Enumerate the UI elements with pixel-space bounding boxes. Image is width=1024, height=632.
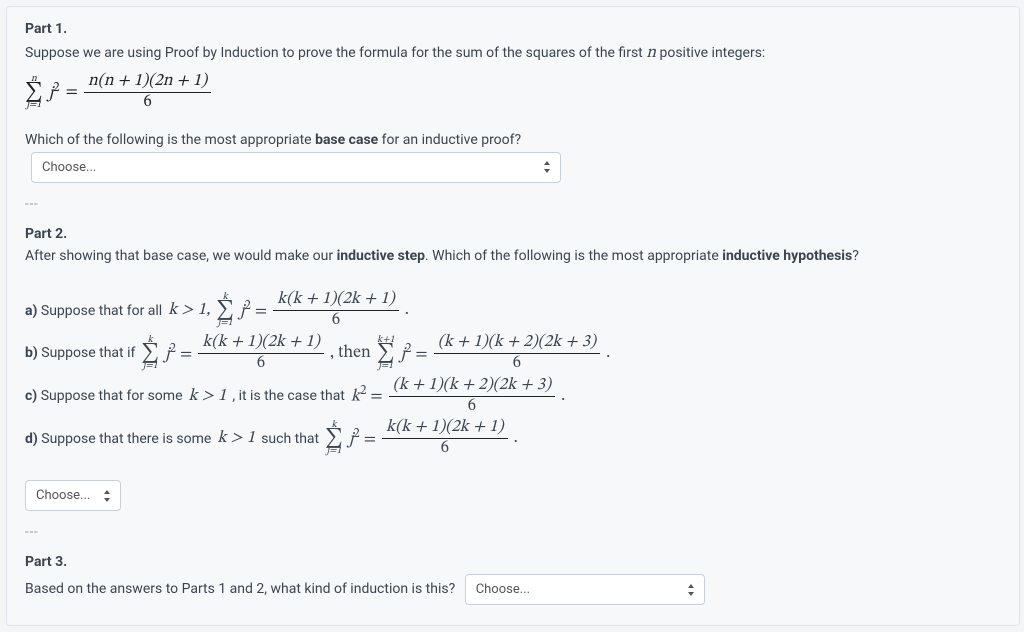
part3-select[interactable]: Choose... — [465, 574, 705, 605]
question-container: Part 1. Suppose we are using Proof by In… — [6, 6, 1020, 626]
q-suffix: for an inductive proof? — [378, 132, 521, 148]
numerator: n(n + 1)(2n + 1) — [84, 73, 211, 93]
part1-question-row: Which of the following is the most appro… — [25, 130, 1001, 183]
divider-1: --- — [25, 197, 1001, 212]
option-a: a) Suppose that for all k > 1, k ∑ j=1 j… — [25, 291, 1001, 330]
part1-formula: n ∑ j=1 j2 = n(n + 1)(2n + 1) 6 — [25, 73, 1001, 112]
option-b: b) Suppose that if k ∑ j=1 j2 = k(k + 1)… — [25, 334, 1001, 373]
fraction: n(n + 1)(2n + 1) 6 — [84, 73, 211, 112]
q-bold: base case — [315, 132, 378, 148]
sigma-glyph: ∑ — [25, 84, 43, 101]
part1-intro: Suppose we are using Proof by Induction … — [25, 41, 1001, 67]
divider-2: --- — [25, 525, 1001, 540]
part2-intro: After showing that base case, we would m… — [25, 246, 1001, 268]
part3-question: Based on the answers to Parts 1 and 2, w… — [25, 581, 455, 597]
part3-question-row: Based on the answers to Parts 1 and 2, w… — [25, 574, 1001, 605]
option-c: c) Suppose that for some k > 1 , it is t… — [25, 377, 1001, 416]
part1-select[interactable]: Choose... — [31, 152, 561, 183]
sum-lower: j=1 — [27, 101, 42, 110]
option-d: d) Suppose that there is some k > 1 such… — [25, 419, 1001, 458]
denominator: 6 — [139, 93, 155, 112]
sum-term: j2 — [49, 81, 60, 105]
q-prefix: Which of the following is the most appro… — [25, 132, 315, 148]
sum-symbol: n ∑ j=1 — [25, 75, 43, 110]
part1-header: Part 1. — [25, 21, 1001, 37]
intro-suffix: positive integers: — [656, 45, 765, 61]
part2-header: Part 2. — [25, 226, 1001, 242]
part3-header: Part 3. — [25, 554, 1001, 570]
intro-prefix: Suppose we are using Proof by Induction … — [25, 45, 646, 61]
equals: = — [66, 82, 78, 103]
part2-select[interactable]: Choose... — [25, 480, 121, 511]
intro-var: n — [646, 45, 656, 62]
